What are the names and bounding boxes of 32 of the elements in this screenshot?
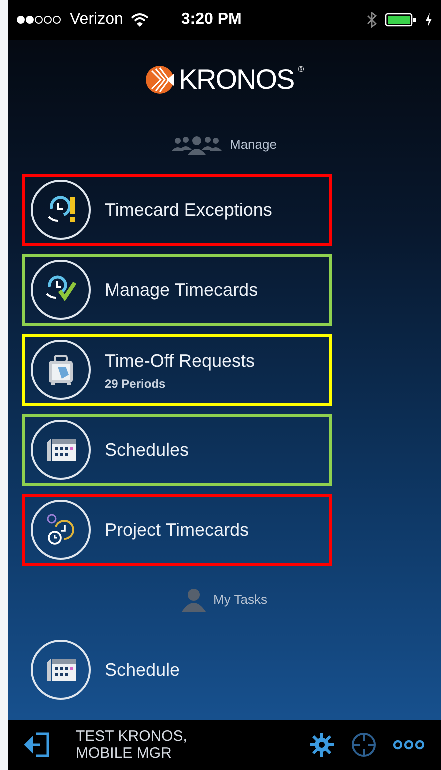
status-time: 3:20 PM bbox=[181, 10, 242, 30]
settings-icon[interactable] bbox=[309, 732, 335, 758]
menu-item-label: Timecard Exceptions bbox=[105, 198, 272, 222]
logo-icon bbox=[144, 65, 175, 95]
menu-item[interactable]: Manage Timecards bbox=[22, 254, 332, 326]
logo-text: KRONOS bbox=[178, 63, 294, 97]
menu-item[interactable]: Project Timecards bbox=[22, 494, 332, 566]
menu-item-label: Time-Off Requests bbox=[105, 350, 256, 373]
crosshair-icon[interactable] bbox=[351, 732, 377, 758]
people-icon bbox=[172, 135, 222, 155]
wifi-icon bbox=[131, 13, 150, 27]
battery-icon bbox=[385, 13, 417, 27]
menu-item-subtitle: 29 Periods bbox=[105, 376, 167, 392]
menu-item[interactable]: Time-Off Requests 29 Periods bbox=[22, 334, 332, 406]
menu-item-label: Manage Timecards bbox=[105, 278, 258, 302]
signal-icon bbox=[16, 15, 62, 25]
menu-item-label: Schedules bbox=[105, 438, 190, 462]
more-icon[interactable] bbox=[393, 740, 425, 750]
carrier-name: Verizon bbox=[70, 10, 124, 30]
logout-icon[interactable] bbox=[24, 731, 52, 759]
bluetooth-icon bbox=[367, 12, 377, 28]
menu-item-label: Schedule bbox=[105, 658, 180, 682]
section-title: Manage bbox=[230, 136, 277, 154]
trademark-mark: ® bbox=[298, 64, 304, 76]
user-name: TEST KRONOS, MOBILE MGR bbox=[76, 728, 188, 762]
section-title: My Tasks bbox=[214, 591, 268, 610]
person-icon bbox=[182, 588, 206, 612]
menu-item-label: Project Timecards bbox=[105, 518, 250, 542]
menu-item[interactable]: Timecard Exceptions bbox=[22, 174, 332, 246]
charging-icon bbox=[425, 13, 433, 27]
menu-item[interactable]: Schedule bbox=[22, 634, 332, 706]
menu-item[interactable]: Schedules bbox=[22, 414, 332, 486]
